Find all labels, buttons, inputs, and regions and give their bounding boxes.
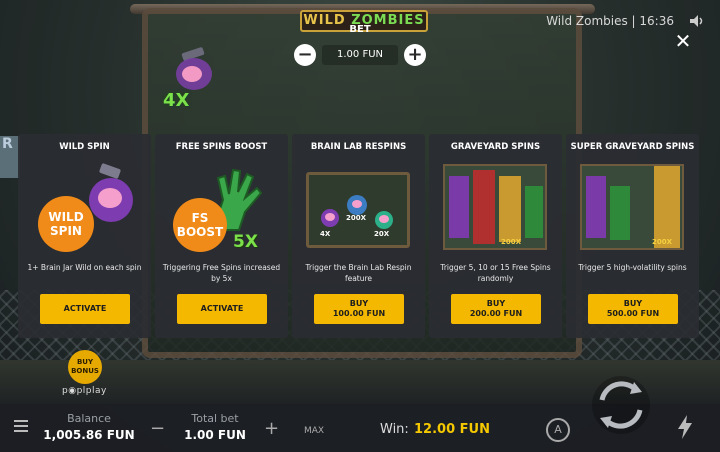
bet-value: 1.00 FUN xyxy=(322,45,398,65)
wild-spin-art: WILD SPIN xyxy=(26,160,143,258)
mini-multiplier: 200X xyxy=(346,214,367,222)
card-description: Trigger the Brain Lab Respin feature xyxy=(305,263,412,283)
provider-logo: p◉plplay xyxy=(62,386,107,396)
total-bet-value: 1.00 FUN xyxy=(184,428,246,442)
super-graveyard-spins-art: 200X xyxy=(574,160,691,258)
graveyard-spins-art: 200X xyxy=(437,160,554,258)
brain-lab-art: 200X 4X 20X xyxy=(300,160,417,258)
total-bet-label: Total bet xyxy=(191,412,239,425)
card-description: Trigger 5 high-volatility spins xyxy=(578,263,687,272)
card-description: Triggering Free Spins increased by 5x xyxy=(162,263,281,283)
lightning-icon[interactable] xyxy=(676,414,694,440)
bet-increase-button[interactable]: + xyxy=(404,44,426,66)
mini-multiplier: 200X xyxy=(652,238,673,246)
mini-reel-frame xyxy=(443,164,547,250)
mini-multiplier: 4X xyxy=(320,230,331,238)
speaker-icon[interactable] xyxy=(688,12,706,30)
card-title: BRAIN LAB RESPINS xyxy=(310,142,407,152)
mini-multiplier: 20X xyxy=(374,230,390,238)
free-spins-boost-art: FS BOOST 5X xyxy=(163,160,280,258)
win-label: Win: xyxy=(380,422,409,437)
bet-label: BET xyxy=(349,24,371,35)
activate-free-spins-boost-button[interactable]: ACTIVATE xyxy=(177,294,267,324)
balance-value: 1,005.86 FUN xyxy=(43,428,135,442)
bonus-cards: WILD SPIN WILD SPIN 1+ Brain Jar Wild on … xyxy=(18,134,702,338)
card-description: Trigger 5, 10 or 15 Free Spins randomly xyxy=(440,263,551,283)
title-clock: Wild Zombies | 16:36 xyxy=(546,14,674,28)
buy-bonus-button[interactable]: BUY BONUS xyxy=(68,350,102,384)
autoplay-button[interactable]: A xyxy=(546,418,570,442)
card-super-graveyard-spins: SUPER GRAVEYARD SPINS 200X Trigger 5 hig… xyxy=(566,134,699,338)
brain-jar-icon xyxy=(176,47,212,90)
max-bet-button[interactable]: MAX xyxy=(304,426,324,436)
menu-icon[interactable] xyxy=(14,420,28,432)
mini-multiplier: 200X xyxy=(501,238,522,246)
card-brain-lab-respins: BRAIN LAB RESPINS 200X 4X 20X Trigger th… xyxy=(292,134,425,338)
card-description: 1+ Brain Jar Wild on each spin xyxy=(27,263,142,272)
card-title: WILD SPIN xyxy=(59,142,110,152)
multiplier-4x: 4X xyxy=(163,90,190,111)
total-bet-decrease-button[interactable]: − xyxy=(150,418,165,439)
card-free-spins-boost: FREE SPINS BOOST FS BOOST 5X Triggering F… xyxy=(155,134,288,338)
card-wild-spin: WILD SPIN WILD SPIN 1+ Brain Jar Wild on … xyxy=(18,134,151,338)
buy-graveyard-spins-button[interactable]: BUY 200.00 FUN xyxy=(451,294,541,324)
brain-jar-icon xyxy=(321,209,339,227)
spin-button[interactable] xyxy=(590,374,652,436)
card-title: SUPER GRAVEYARD SPINS xyxy=(570,142,695,152)
total-bet-increase-button[interactable]: + xyxy=(264,418,279,439)
multiplier-5x: 5X xyxy=(233,232,258,252)
balance-label: Balance xyxy=(67,412,111,425)
bet-decrease-button[interactable]: − xyxy=(294,44,316,66)
close-icon[interactable]: ✕ xyxy=(672,30,694,52)
card-title: GRAVEYARD SPINS xyxy=(450,142,541,152)
wild-spin-badge: WILD SPIN xyxy=(38,196,94,252)
brain-jar-icon xyxy=(375,211,393,229)
brain-jar-icon xyxy=(347,195,367,215)
card-graveyard-spins: GRAVEYARD SPINS 200X Trigger 5, 10 or 15… xyxy=(429,134,562,338)
fs-boost-badge: FS BOOST xyxy=(173,198,227,252)
buy-brain-lab-respins-button[interactable]: BUY 100.00 FUN xyxy=(314,294,404,324)
win-value: 12.00 FUN xyxy=(414,422,490,437)
card-title: FREE SPINS BOOST xyxy=(175,142,268,152)
buy-super-graveyard-spins-button[interactable]: BUY 500.00 FUN xyxy=(588,294,678,324)
activate-wild-spin-button[interactable]: ACTIVATE xyxy=(40,294,130,324)
background-sign: R xyxy=(0,136,20,178)
